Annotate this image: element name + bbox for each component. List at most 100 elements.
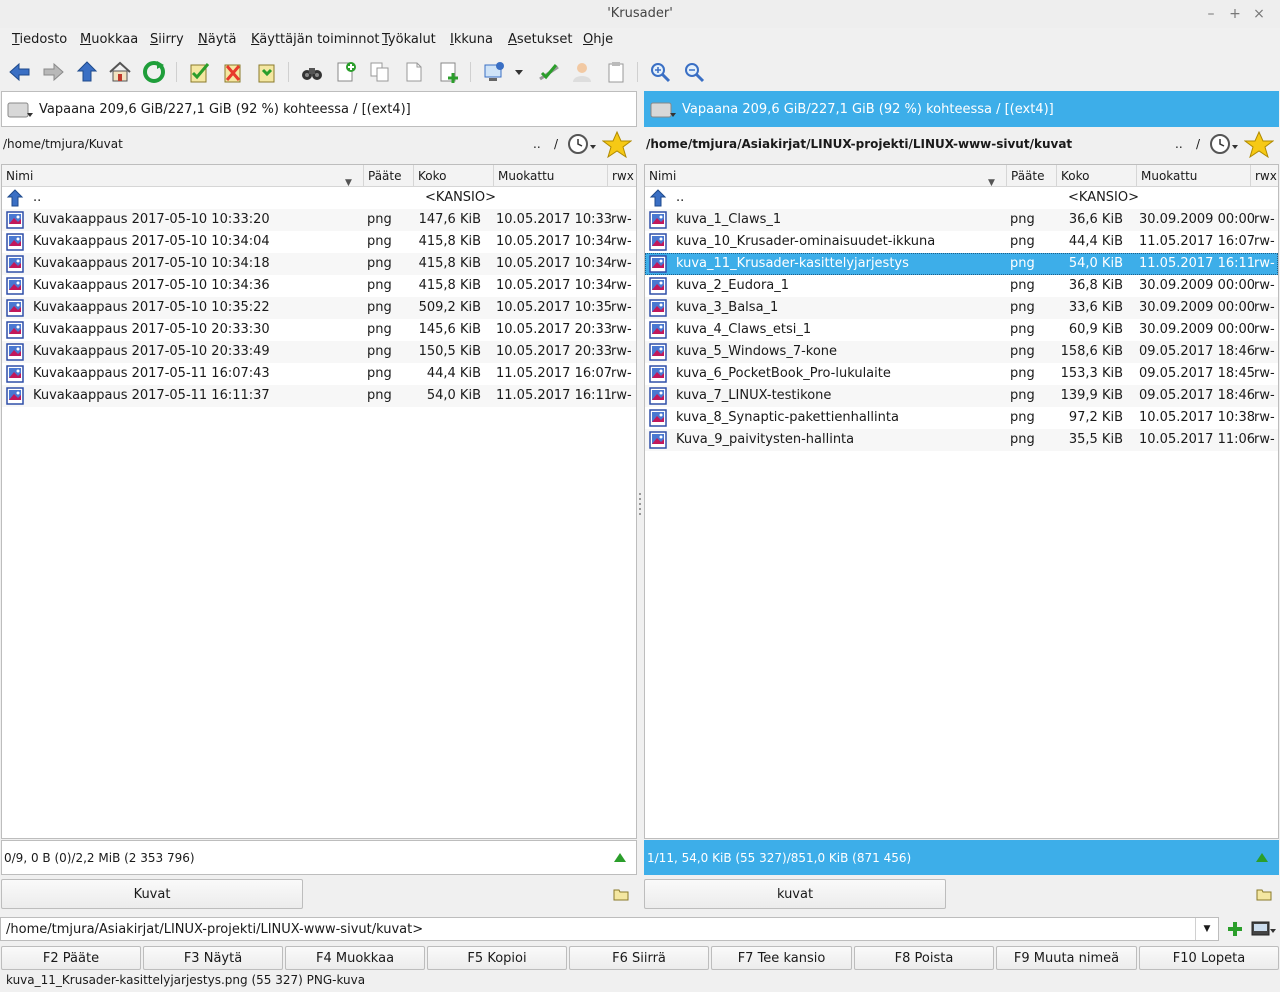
menu-tiedosto[interactable]: Tiedosto bbox=[12, 32, 67, 47]
menu-siirry[interactable]: Siirry bbox=[150, 32, 184, 47]
maximize-icon[interactable]: + bbox=[1224, 0, 1246, 28]
menu-ohje[interactable]: Ohje bbox=[583, 32, 613, 47]
refresh-icon[interactable] bbox=[141, 59, 167, 85]
quick-search-triangle-icon[interactable] bbox=[614, 853, 626, 862]
f10-quit-button[interactable]: F10 Lopeta bbox=[1139, 946, 1279, 970]
table-row[interactable]: kuva_11_Krusader-kasittelyjarjestys png 54… bbox=[645, 253, 1278, 275]
f2-terminal-button[interactable]: F2 Pääte bbox=[1, 946, 141, 970]
root-dir-button[interactable]: / bbox=[1196, 137, 1200, 151]
clipboard-icon[interactable] bbox=[603, 59, 629, 85]
bookmark-star-icon[interactable] bbox=[1244, 130, 1274, 158]
network-connect-icon[interactable] bbox=[481, 59, 507, 85]
column-modified[interactable]: Muokattu bbox=[1136, 165, 1250, 187]
table-row[interactable]: kuva_7_LINUX-testikone png 139,9 KiB 09.05.… bbox=[645, 385, 1278, 407]
table-row[interactable]: kuva_1_Claws_1 png 36,6 KiB 30.09.2009 00:0… bbox=[645, 209, 1278, 231]
menu-asetukset[interactable]: Asetukset bbox=[508, 32, 572, 47]
tab-kuvat[interactable]: Kuvat bbox=[1, 879, 303, 909]
table-row[interactable]: kuva_8_Synaptic-pakettienhallinta png 97,2… bbox=[645, 407, 1278, 429]
invert-selection-icon[interactable] bbox=[254, 59, 280, 85]
column-size[interactable]: Koko bbox=[1056, 165, 1136, 187]
column-ext[interactable]: Pääte bbox=[1006, 165, 1056, 187]
current-path[interactable]: /home/tmjura/Kuvat bbox=[3, 137, 123, 151]
parent-dir-button[interactable]: .. bbox=[533, 137, 541, 151]
home-icon[interactable] bbox=[107, 59, 133, 85]
unselect-all-icon[interactable] bbox=[220, 59, 246, 85]
table-row[interactable]: Kuvakaappaus 2017-05-11 16:11:37 png 54,0 … bbox=[2, 385, 636, 407]
left-disk-free-bar[interactable]: Vapaana 209,6 GiB/227,1 GiB (92 %) kohte… bbox=[1, 91, 637, 127]
add-icon[interactable] bbox=[1226, 920, 1244, 938]
current-path[interactable]: /home/tmjura/Asiakirjat/LINUX-projekti/L… bbox=[646, 137, 1072, 151]
column-name[interactable]: Nimi ▼ bbox=[2, 165, 363, 188]
select-all-icon[interactable] bbox=[186, 59, 212, 85]
copy-files-icon[interactable] bbox=[367, 59, 393, 85]
parent-dir-button[interactable]: .. bbox=[1175, 137, 1183, 151]
create-file-icon[interactable] bbox=[436, 59, 462, 85]
close-icon[interactable]: × bbox=[1248, 0, 1270, 28]
table-row[interactable]: Kuvakaappaus 2017-05-10 10:34:04 png 415,8… bbox=[2, 231, 636, 253]
column-rwx[interactable]: rwx bbox=[1250, 165, 1280, 187]
panel-splitter[interactable] bbox=[638, 490, 642, 515]
table-row[interactable]: kuva_10_Krusader-ominaisuudet-ikkuna png 4… bbox=[645, 231, 1278, 253]
menu-nayta[interactable]: Näytä bbox=[198, 32, 236, 47]
table-row[interactable]: Kuvakaappaus 2017-05-10 20:33:30 png 145,6… bbox=[2, 319, 636, 341]
bookmark-star-icon[interactable] bbox=[602, 130, 632, 158]
table-row[interactable]: kuva_3_Balsa_1 png 33,6 KiB 30.09.2009 00:0… bbox=[645, 297, 1278, 319]
chevron-down-icon[interactable]: ▼ bbox=[1195, 918, 1218, 940]
table-row[interactable]: Kuvakaappaus 2017-05-11 16:07:43 png 44,4 … bbox=[2, 363, 636, 385]
command-line-input[interactable]: /home/tmjura/Asiakirjat/LINUX-projekti/L… bbox=[0, 917, 1219, 941]
zoom-in-icon[interactable] bbox=[647, 59, 673, 85]
tab-kuvat-right[interactable]: kuvat bbox=[644, 879, 946, 909]
column-name[interactable]: Nimi ▼ bbox=[645, 165, 1006, 188]
right-disk-free-bar[interactable]: Vapaana 209,6 GiB/227,1 GiB (92 %) kohte… bbox=[644, 91, 1279, 127]
column-size[interactable]: Koko bbox=[413, 165, 493, 187]
root-dir-button[interactable]: / bbox=[554, 137, 558, 151]
f4-edit-button[interactable]: F4 Muokkaa bbox=[285, 946, 425, 970]
history-clock-icon[interactable] bbox=[1208, 131, 1238, 157]
table-row[interactable]: kuva_4_Claws_etsi_1 png 60,9 KiB 30.09.2009… bbox=[645, 319, 1278, 341]
f9-rename-button[interactable]: F9 Muuta nimeä bbox=[996, 946, 1137, 970]
menu-kayttajan-toiminnot[interactable]: Käyttäjän toiminnot bbox=[251, 32, 380, 47]
back-arrow-icon[interactable] bbox=[7, 59, 33, 85]
quick-search-triangle-icon[interactable] bbox=[1256, 853, 1268, 862]
up-arrow-icon[interactable] bbox=[74, 59, 100, 85]
new-tab-icon[interactable] bbox=[613, 887, 629, 901]
table-row[interactable]: Kuvakaappaus 2017-05-10 10:34:18 png 415,8… bbox=[2, 253, 636, 275]
table-row[interactable]: Kuvakaappaus 2017-05-10 10:35:22 png 509,2… bbox=[2, 297, 636, 319]
chevron-down-icon[interactable] bbox=[512, 59, 526, 85]
right-file-list[interactable]: Nimi ▼ Pääte Koko Muokattu rwx .. <KANSIO>… bbox=[644, 164, 1279, 839]
column-rwx[interactable]: rwx bbox=[607, 165, 638, 187]
table-row-parent[interactable]: .. <KANSIO> bbox=[645, 187, 1278, 209]
user-icon[interactable] bbox=[569, 59, 595, 85]
f7-mkdir-button[interactable]: F7 Tee kansio bbox=[711, 946, 852, 970]
menu-ikkuna[interactable]: Ikkuna bbox=[450, 32, 493, 47]
history-clock-icon[interactable] bbox=[566, 131, 596, 157]
forward-arrow-icon[interactable] bbox=[40, 59, 66, 85]
paste-file-icon[interactable] bbox=[401, 59, 427, 85]
f3-view-button[interactable]: F3 Näytä bbox=[143, 946, 283, 970]
table-row[interactable]: kuva_6_PocketBook_Pro-lukulaite png 153,3 … bbox=[645, 363, 1278, 385]
table-row[interactable]: Kuva_9_paivitysten-hallinta png 35,5 KiB 10… bbox=[645, 429, 1278, 451]
minimize-icon[interactable]: – bbox=[1200, 0, 1222, 28]
table-row[interactable]: Kuvakaappaus 2017-05-10 10:33:20 png 147,6… bbox=[2, 209, 636, 231]
search-binoculars-icon[interactable] bbox=[299, 59, 325, 85]
image-file-icon bbox=[649, 343, 667, 361]
menu-tyokalut[interactable]: Työkalut bbox=[382, 32, 436, 47]
f8-delete-button[interactable]: F8 Poista bbox=[854, 946, 994, 970]
f6-move-button[interactable]: F6 Siirrä bbox=[569, 946, 709, 970]
table-row[interactable]: Kuvakaappaus 2017-05-10 20:33:49 png 150,5… bbox=[2, 341, 636, 363]
terminal-icon[interactable] bbox=[1251, 920, 1277, 938]
column-ext[interactable]: Pääte bbox=[363, 165, 413, 187]
compare-icon[interactable] bbox=[536, 59, 562, 85]
left-file-list[interactable]: Nimi ▼ Pääte Koko Muokattu rwx .. <KANSIO>… bbox=[1, 164, 637, 839]
table-row[interactable]: kuva_5_Windows_7-kone png 158,6 KiB 09.05.2… bbox=[645, 341, 1278, 363]
new-tab-icon[interactable] bbox=[1256, 887, 1272, 901]
table-row[interactable]: Kuvakaappaus 2017-05-10 10:34:36 png 415,8… bbox=[2, 275, 636, 297]
menu-muokkaa[interactable]: Muokkaa bbox=[80, 32, 138, 47]
column-modified[interactable]: Muokattu bbox=[493, 165, 607, 187]
zoom-out-icon[interactable] bbox=[681, 59, 707, 85]
table-row[interactable]: kuva_2_Eudora_1 png 36,8 KiB 30.09.2009 00:… bbox=[645, 275, 1278, 297]
file-modified: 10.05.2017 10:35 bbox=[496, 300, 613, 315]
table-row-parent[interactable]: .. <KANSIO> bbox=[2, 187, 636, 209]
f5-copy-button[interactable]: F5 Kopioi bbox=[427, 946, 567, 970]
new-file-icon[interactable] bbox=[333, 59, 359, 85]
